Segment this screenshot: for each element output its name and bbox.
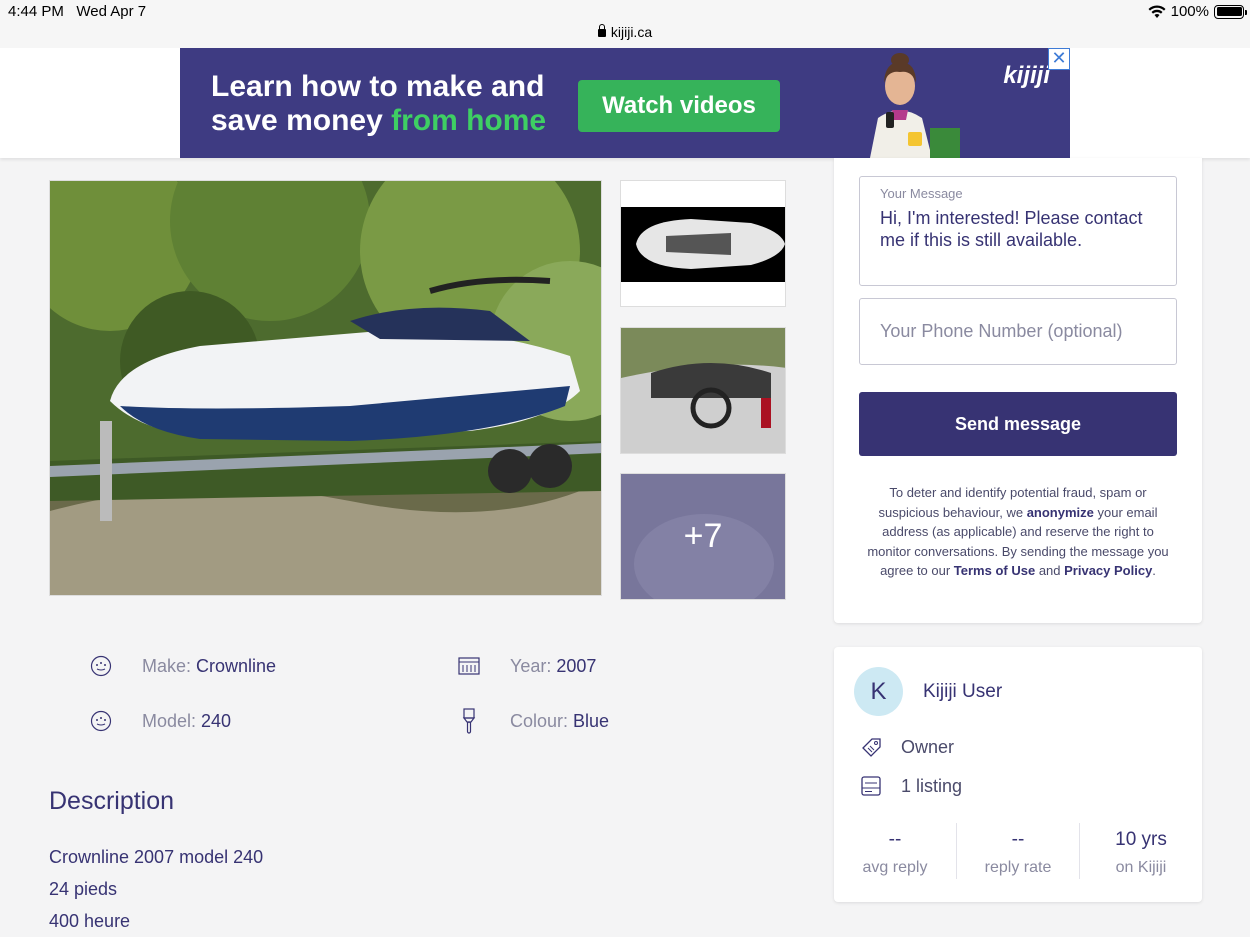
- stat-on-kijiji: 10 yrs on Kijiji: [1115, 829, 1167, 876]
- status-bar: 4:44 PM Wed Apr 7 kijiji.ca 100%: [0, 0, 1250, 48]
- terms-of-use-link[interactable]: Terms of Use: [954, 563, 1035, 578]
- battery-percent: 100%: [1170, 3, 1209, 20]
- url-text: kijiji.ca: [610, 24, 653, 40]
- address-bar[interactable]: kijiji.ca: [0, 24, 1250, 40]
- lock-icon: [597, 24, 606, 37]
- message-text[interactable]: Hi, I'm interested! Please contact me if…: [880, 207, 1150, 251]
- seller-listings[interactable]: 1 listing: [860, 775, 962, 797]
- wifi-icon: [1148, 4, 1166, 18]
- phone-number-field[interactable]: [860, 299, 1176, 364]
- boat-dashboard-image: [621, 328, 785, 453]
- stat-avg-reply: -- avg reply: [834, 823, 957, 879]
- seller-type: Owner: [860, 736, 954, 758]
- legal-notice: To deter and identify potential fraud, s…: [867, 485, 1169, 578]
- tag-icon: [862, 738, 881, 757]
- reply-form-card: Your Message Hi, I'm interested! Please …: [834, 158, 1202, 623]
- description-line: 400 heure: [49, 911, 131, 931]
- watch-videos-button[interactable]: Watch videos: [578, 80, 780, 132]
- privacy-policy-link[interactable]: Privacy Policy: [1064, 563, 1152, 578]
- description-title: Description: [49, 787, 175, 815]
- calendar-icon: [458, 657, 480, 675]
- ad-banner[interactable]: Learn how to make and save money from ho…: [180, 48, 1070, 158]
- phone-field-container: [859, 298, 1177, 365]
- paintbrush-icon: [462, 708, 476, 734]
- listing-icon: [861, 776, 881, 796]
- attribute-colour: Colour: Blue: [458, 708, 609, 734]
- description-line: Crownline 2007 model 240: [49, 847, 264, 867]
- main-photo[interactable]: [49, 180, 602, 596]
- more-photos-count: +7: [621, 474, 785, 599]
- stat-reply-rate: -- reply rate: [957, 823, 1080, 879]
- kijiji-logo: kijiji: [1003, 62, 1050, 89]
- ad-person-image: [840, 48, 960, 158]
- send-message-button[interactable]: Send message: [859, 392, 1177, 456]
- seller-card: K Kijiji User Owner 1 listing -- avg repl…: [834, 647, 1202, 902]
- more-photos-thumbnail[interactable]: +7: [620, 473, 786, 600]
- attribute-year: Year: 2007: [458, 655, 596, 677]
- avatar[interactable]: K: [854, 667, 903, 716]
- battery-icon: [1214, 4, 1247, 19]
- seller-name[interactable]: Kijiji User: [923, 681, 1002, 703]
- circle-dots-icon: [90, 710, 112, 732]
- attribute-model: Model: 240: [90, 710, 231, 732]
- seller-stats: -- avg reply -- reply rate 10 yrs on Kijiji: [834, 823, 1202, 879]
- message-label: Your Message: [880, 186, 963, 201]
- circle-dots-icon: [90, 655, 112, 677]
- photo-thumbnail[interactable]: [620, 327, 786, 454]
- boat-topview-image: [621, 181, 785, 306]
- message-textarea[interactable]: Your Message Hi, I'm interested! Please …: [859, 176, 1177, 286]
- ad-headline: Learn how to make and save money from ho…: [211, 70, 547, 137]
- attribute-make: Make: Crownline: [90, 655, 276, 677]
- boat-photo-image: [50, 181, 601, 595]
- description-line: 24 pieds: [49, 879, 118, 899]
- status-indicators: 100%: [1148, 3, 1247, 20]
- close-icon[interactable]: ✕: [1048, 48, 1070, 70]
- status-time: 4:44 PM Wed Apr 7: [8, 3, 147, 20]
- ad-banner-container: Learn how to make and save money from ho…: [0, 48, 1250, 158]
- photo-thumbnail[interactable]: [620, 180, 786, 307]
